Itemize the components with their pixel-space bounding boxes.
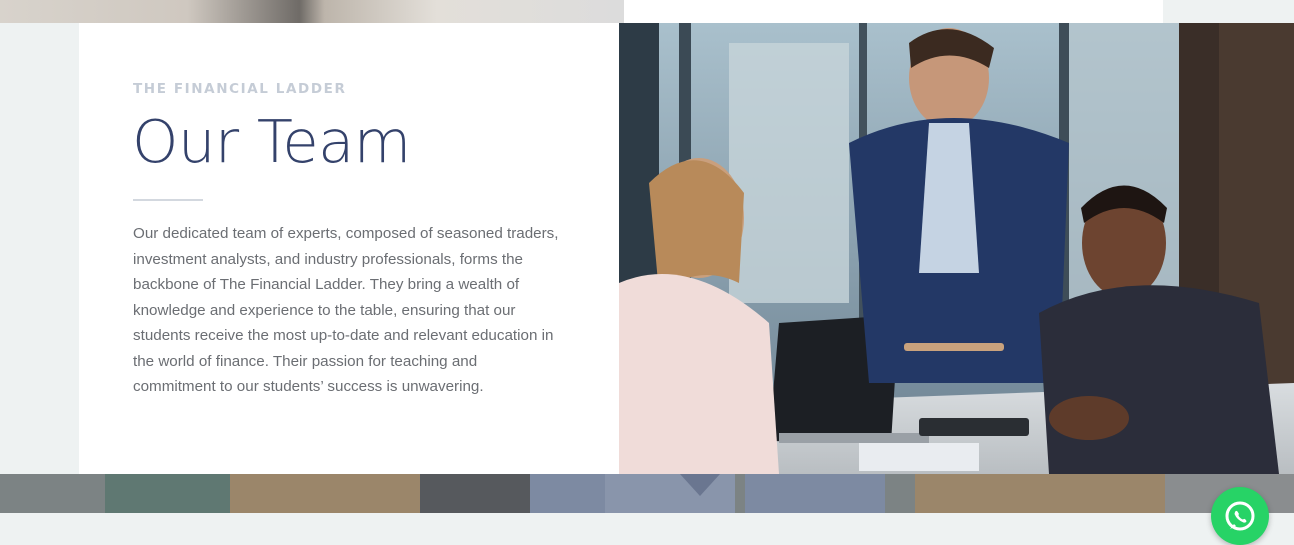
team-photo [619,23,1294,474]
title-divider [133,199,203,201]
team-text-card: THE FINANCIAL LADDER Our Team Our dedica… [79,23,619,474]
whatsapp-button[interactable] [1211,487,1269,545]
whatsapp-icon [1225,501,1255,531]
section-eyebrow: THE FINANCIAL LADDER [133,81,347,97]
bottom-photo-illustration [0,474,1294,513]
section-description: Our dedicated team of experts, composed … [133,225,559,395]
top-section-card [624,0,1163,23]
bottom-section-photo [0,474,1294,513]
section-title: Our Team [132,107,411,176]
team-photo-illustration [619,23,1294,474]
top-section-photo [0,0,624,23]
